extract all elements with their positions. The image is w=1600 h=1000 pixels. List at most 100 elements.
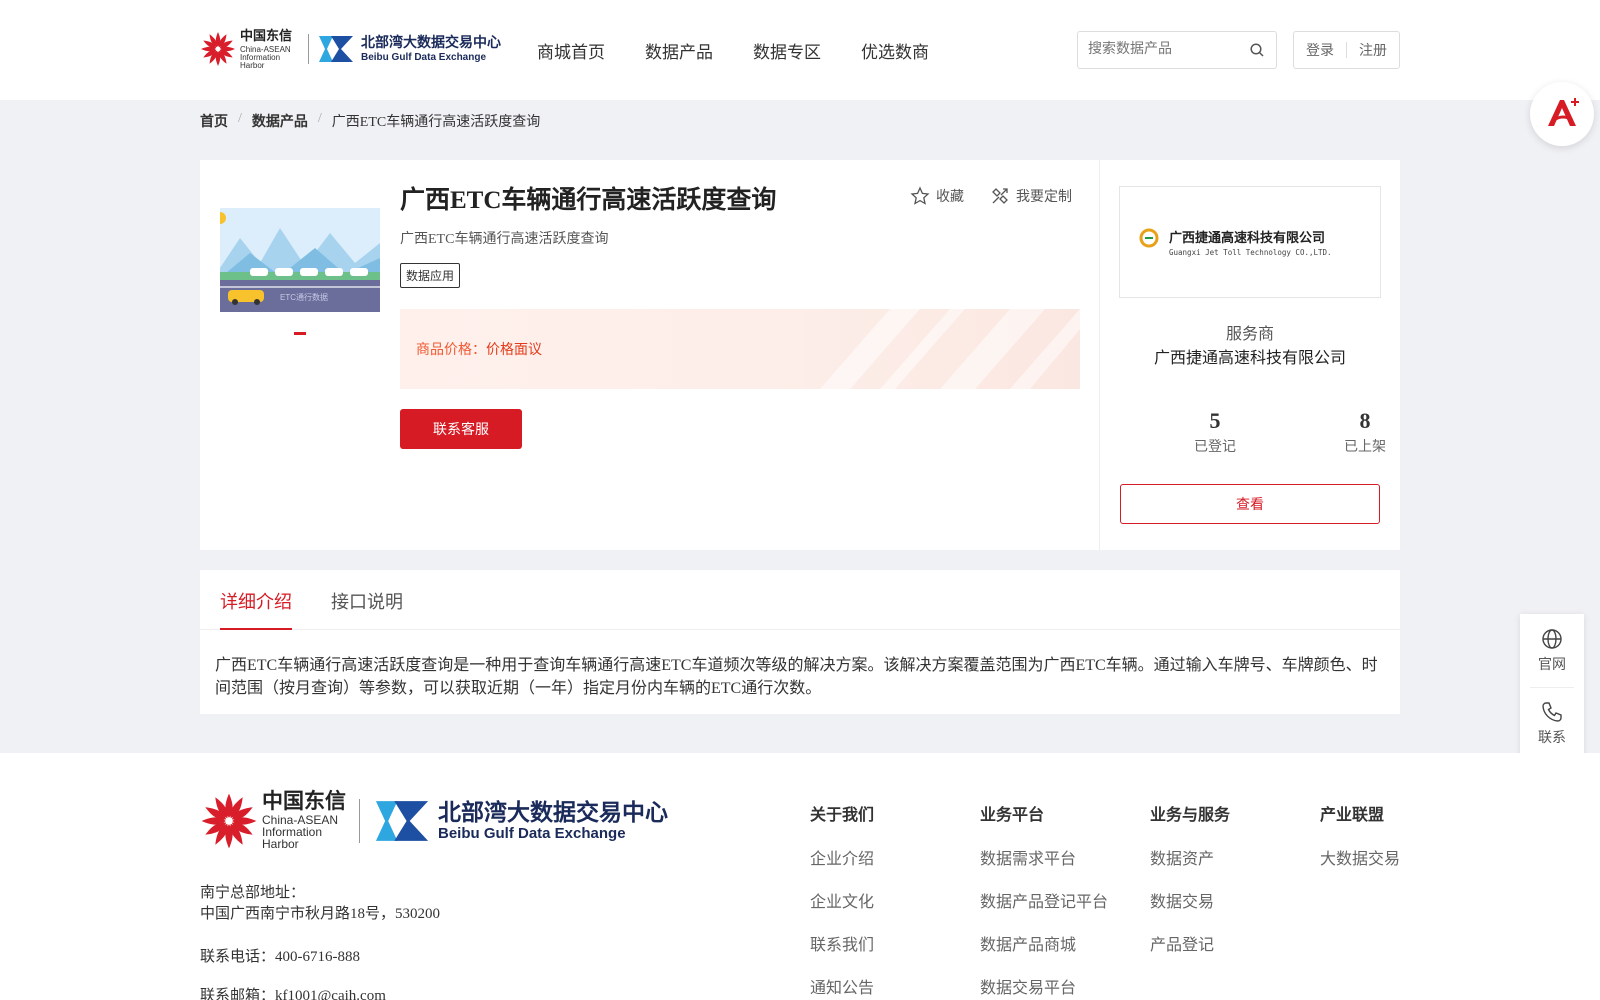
assistant-logo-icon	[1548, 98, 1579, 126]
footer-link[interactable]: 数据产品商城	[980, 931, 1108, 955]
footer-column-title: 业务平台	[980, 807, 1045, 824]
product-description: 广西ETC车辆通行高速活跃度查询是一种用于查询车辆通行高速ETC车道频次等级的解…	[215, 657, 1378, 697]
product-actions: 收藏 我要定制	[910, 186, 1072, 206]
stat-registered-value: 5	[1209, 408, 1221, 433]
customize-icon	[992, 188, 1008, 204]
footer-link[interactable]: 大数据交易	[1320, 845, 1400, 869]
globe-icon	[1542, 629, 1562, 649]
breadcrumb-current: 广西ETC车辆通行高速活跃度查询	[331, 115, 541, 130]
stat-registered: 5 已登记	[1175, 408, 1255, 456]
footer-phone: 联系电话：400-6716-888	[200, 949, 360, 965]
stat-listed-value: 8	[1359, 408, 1371, 433]
floating-assistant-button[interactable]	[1530, 82, 1594, 146]
footer-logo: 中国东信 China-ASEAN Information Harbor 北部湾大…	[200, 791, 668, 850]
side-contact[interactable]: 联系	[1520, 687, 1584, 760]
footer-link[interactable]: 联系我们	[810, 931, 874, 955]
footer-link[interactable]: 企业介绍	[810, 845, 874, 869]
breadcrumb-home[interactable]: 首页	[200, 111, 228, 131]
price-label: 商品价格：	[416, 343, 486, 358]
price-panel: 商品价格：价格面议	[400, 309, 1080, 389]
stat-listed-label: 已上架	[1344, 440, 1386, 455]
site-footer: 中国东信 China-ASEAN Information Harbor 北部湾大…	[0, 753, 1600, 1000]
stat-listed: 8 已上架	[1325, 408, 1405, 456]
view-vendor-button[interactable]: 查看	[1120, 484, 1380, 524]
footer-link[interactable]: 通知公告	[810, 974, 874, 998]
footer-logo-divider	[359, 798, 360, 843]
side-contact-label: 联系	[1538, 731, 1566, 746]
nav-data-products[interactable]: 数据产品	[645, 38, 713, 63]
phone-icon	[1542, 702, 1562, 722]
vendor-logo-graphic: 广西捷通高速科技有限公司 Guangxi Jet Toll Technology…	[1139, 228, 1332, 257]
site-header: 中国东信 China-ASEAN Information Harbor 北部湾大…	[0, 0, 1600, 100]
vendor-name[interactable]: 广西捷通高速科技有限公司	[1119, 344, 1381, 368]
customize-button[interactable]: 我要定制	[990, 186, 1072, 206]
side-float-toolbar: 官网 联系	[1520, 614, 1584, 760]
product-tag: 数据应用	[400, 263, 461, 288]
footer-address: 南宁总部地址： 中国广西南宁市秋月路18号，530200	[200, 883, 440, 925]
star-icon	[910, 186, 930, 205]
footer-beibu-gulf-logo-icon	[375, 800, 429, 841]
breadcrumb-data-products[interactable]: 数据产品	[252, 111, 308, 131]
footer-address-value: 中国广西南宁市秋月路18号，530200	[200, 906, 441, 922]
carousel-indicator[interactable]	[294, 332, 306, 335]
footer-column-title: 业务与服务	[1150, 807, 1231, 824]
footer-link[interactable]: 数据交易	[1150, 888, 1230, 912]
footer-link[interactable]: 数据资产	[1150, 845, 1230, 869]
nav-preferred-vendors[interactable]: 优选数商	[861, 38, 929, 63]
footer-china-asean-logo-icon	[201, 793, 257, 848]
beibu-gulf-logo-icon	[317, 34, 355, 64]
vendor-role: 服务商	[1225, 326, 1274, 343]
china-asean-logo-text: 中国东信 China-ASEAN Information Harbor	[240, 28, 293, 70]
tab-api[interactable]: 接口说明	[331, 588, 403, 628]
footer-column-about: 关于我们 企业介绍 企业文化 联系我们 通知公告	[810, 801, 874, 1000]
footer-china-asean-logo-text: 中国东信 China-ASEAN Information Harbor	[262, 790, 346, 851]
breadcrumb: 首页 / 数据产品 / 广西ETC车辆通行高速活跃度查询	[200, 111, 540, 131]
vendor-logo-cn: 广西捷通高速科技有限公司	[1169, 230, 1325, 246]
stat-registered-label: 已登记	[1194, 440, 1236, 455]
nav-home[interactable]: 商城首页	[537, 38, 605, 63]
footer-link[interactable]: 企业文化	[810, 888, 874, 912]
search-input[interactable]	[1078, 32, 1238, 68]
breadcrumb-bar: 首页 / 数据产品 / 广西ETC车辆通行高速活跃度查询	[0, 100, 1600, 140]
tab-details[interactable]: 详细介绍	[220, 588, 292, 630]
main-nav: 商城首页 数据产品 数据专区 优选数商	[537, 38, 929, 63]
breadcrumb-separator: /	[238, 111, 242, 126]
product-thumbnail[interactable]: ETC通行数据	[220, 208, 380, 312]
thumbnail-caption: ETC通行数据	[280, 292, 328, 302]
site-logo[interactable]: 中国东信 China-ASEAN Information Harbor 北部湾大…	[200, 28, 501, 70]
footer-link[interactable]: 数据产品登记平台	[980, 888, 1108, 912]
beibu-gulf-logo-text: 北部湾大数据交易中心 Beibu Gulf Data Exchange	[361, 34, 501, 63]
footer-column-title: 产业联盟	[1320, 807, 1385, 824]
footer-column-services: 业务与服务 数据资产 数据交易 产品登记	[1150, 801, 1230, 974]
price-value: 价格面议	[486, 343, 542, 358]
side-official-site-label: 官网	[1538, 658, 1566, 673]
card-divider	[1099, 160, 1100, 550]
footer-link[interactable]: 数据交易平台	[980, 974, 1108, 998]
search-icon[interactable]	[1250, 43, 1264, 57]
login-link[interactable]: 登录	[1306, 40, 1334, 60]
search-box	[1077, 31, 1277, 69]
nav-data-zone[interactable]: 数据专区	[753, 38, 821, 63]
product-title: 广西ETC车辆通行高速活跃度查询	[400, 187, 777, 214]
footer-link[interactable]: 数据需求平台	[980, 845, 1108, 869]
breadcrumb-separator: /	[317, 111, 322, 126]
contact-service-button[interactable]: 联系客服	[400, 409, 522, 449]
detail-tabs: 详细介绍 接口说明	[200, 570, 1400, 630]
detail-panel: 详细介绍 接口说明 广西ETC车辆通行高速活跃度查询是一种用于查询车辆通行高速E…	[200, 570, 1400, 714]
footer-address-label: 南宁总部地址：	[200, 885, 306, 901]
side-official-site[interactable]: 官网	[1520, 614, 1584, 687]
logo-divider	[308, 34, 309, 64]
footer-email[interactable]: 联系邮箱：kf1001@caih.com	[200, 984, 386, 1000]
china-asean-logo-icon	[200, 31, 236, 67]
vendor-logo[interactable]: 广西捷通高速科技有限公司 Guangxi Jet Toll Technology…	[1119, 186, 1381, 298]
favorite-button[interactable]: 收藏	[910, 186, 964, 206]
product-subtitle: 广西ETC车辆通行高速活跃度查询	[400, 232, 609, 247]
auth-links: 登录 注册	[1293, 31, 1400, 69]
favorite-label: 收藏	[936, 190, 964, 205]
product-card: ETC通行数据 广西ETC车辆通行高速活跃度查询 收藏 我要定制 广西ETC车辆…	[200, 160, 1400, 550]
footer-column-alliance: 产业联盟 大数据交易	[1320, 801, 1400, 888]
footer-beibu-gulf-logo-text: 北部湾大数据交易中心 Beibu Gulf Data Exchange	[438, 798, 668, 842]
footer-column-platforms: 业务平台 数据需求平台 数据产品登记平台 数据产品商城 数据交易平台	[980, 801, 1108, 1000]
footer-link[interactable]: 产品登记	[1150, 931, 1230, 955]
register-link[interactable]: 注册	[1359, 40, 1387, 60]
